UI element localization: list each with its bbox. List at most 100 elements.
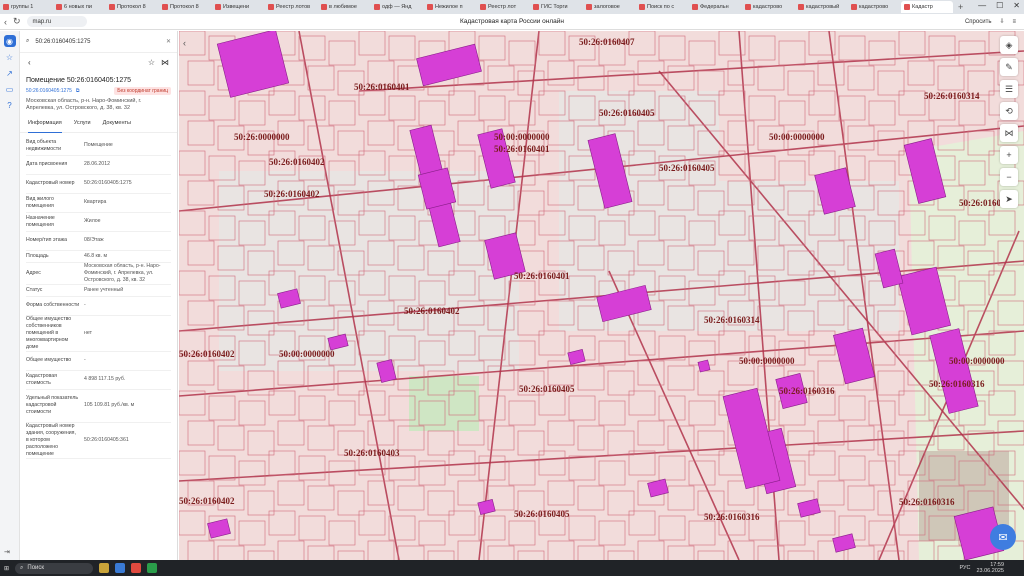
property-value: нет [84, 329, 92, 336]
cadastral-label: 50:26:0160316 [899, 497, 955, 507]
chat-button[interactable]: ✉ [990, 524, 1016, 550]
property-value: 08/Этаж [84, 237, 104, 244]
copy-icon[interactable]: ⧉ [76, 88, 80, 94]
new-tab-icon[interactable]: + [958, 2, 963, 12]
back-icon[interactable]: ‹ [4, 17, 7, 27]
tab-favicon-icon [321, 4, 327, 10]
minimize-icon[interactable]: — [978, 1, 986, 10]
tab-label: кадастрово [753, 4, 783, 10]
taskbar-search[interactable]: ⌕ Поиск [15, 562, 94, 574]
start-icon[interactable]: ⊞ [4, 565, 9, 572]
note-icon[interactable]: ☰ [1000, 80, 1018, 98]
tab-favicon-icon [692, 4, 698, 10]
browser-tab[interactable]: Кадастр [901, 1, 953, 13]
property-value: 4 898 117.15 руб. [84, 376, 126, 383]
ask-button[interactable]: Спросить [965, 19, 991, 25]
browser-tab[interactable]: залоговое [583, 1, 635, 13]
property-value: 50:26:0160405:1275 [84, 180, 132, 187]
browser-tab[interactable]: Реестр лотов [265, 1, 317, 13]
search-input[interactable]: 50:26:0160405:1275 [35, 39, 90, 45]
property-value: Жилое [84, 218, 101, 225]
cadastral-label: 50:00:0000000 [769, 132, 825, 142]
download-icon[interactable]: ⇩ [999, 18, 1004, 25]
browser-tab[interactable]: ГИС Торги [530, 1, 582, 13]
zoom-in-icon[interactable]: + [1000, 146, 1018, 164]
map-tools: ◈ ✎ ☰ ⟲ ⋈ + − ➤ [1000, 36, 1020, 208]
search-icon: ⌕ [26, 38, 30, 44]
search-bar[interactable]: ⌕ 50:26:0160405:1275 ✕ [20, 31, 177, 53]
lang-indicator[interactable]: РУС [959, 565, 970, 571]
property-key: Статус [26, 286, 43, 293]
taskbar: ⊞ ⌕ Поиск РУС 17:59 23.06.2025 [0, 560, 1024, 576]
cadastral-link[interactable]: 50:26:0160405:1275 [26, 88, 72, 94]
property-value: - [84, 357, 86, 364]
collapse-panel-icon[interactable]: ‹ [183, 38, 186, 48]
browser-tab[interactable]: кадастровый [795, 1, 847, 13]
cadastral-map[interactable]: 50:26:0160407 50:26:0160401 50:26:0000000 5… [179, 31, 1024, 560]
route-icon[interactable]: ⟲ [1000, 102, 1018, 120]
maximize-icon[interactable]: ☐ [996, 1, 1003, 10]
browser-tab[interactable]: Протокол 8 [159, 1, 211, 13]
property-key: Назначение помещения [26, 214, 55, 228]
share-map-icon[interactable]: ⋈ [1000, 124, 1018, 142]
tab-favicon-icon [109, 4, 115, 10]
browser-tab[interactable]: Реестр лот [477, 1, 529, 13]
browser-tab[interactable]: кадастрово [848, 1, 900, 13]
property-value: Помещение [84, 142, 113, 149]
property-row: Площадь 46.8 кв. м [26, 251, 171, 263]
back-arrow-icon[interactable]: ‹ [28, 58, 31, 67]
url-field[interactable]: map.ru [26, 16, 87, 27]
map-canvas[interactable]: 50:26:0160407 50:26:0160401 50:26:0000000 5… [179, 31, 1024, 560]
property-row: Вид жилого помещения Квартира [26, 194, 171, 213]
clear-search-icon[interactable]: ✕ [166, 38, 171, 45]
tab-favicon-icon [798, 4, 804, 10]
close-window-icon[interactable]: ✕ [1013, 1, 1020, 10]
browser-tab[interactable]: Федеральн [689, 1, 741, 13]
reload-icon[interactable]: ↻ [13, 16, 21, 27]
property-row: Адрес Московская область, р-н. Наро-Фомин… [26, 263, 171, 285]
tab-info[interactable]: Информация [28, 120, 62, 133]
logout-icon[interactable]: ⇥ [4, 548, 10, 556]
property-value: - [84, 302, 86, 309]
browser-tab[interactable]: 6 новых пи [53, 1, 105, 13]
tab-label: ГИС Торги [541, 4, 568, 10]
cadastral-label: 50:26:0160402 [269, 157, 325, 167]
tab-favicon-icon [533, 4, 539, 10]
layers-rail-icon[interactable]: ▭ [4, 83, 16, 95]
tab-label: Нежилое п [435, 4, 463, 10]
logo-icon[interactable]: ◉ [3, 35, 16, 47]
browser-icon[interactable] [131, 563, 142, 573]
help-icon[interactable]: ? [4, 99, 16, 111]
browser-tab[interactable]: кадастрово [742, 1, 794, 13]
clock[interactable]: 17:59 23.06.2025 [976, 562, 1004, 574]
measure-icon[interactable]: ↗ [4, 67, 16, 79]
star-icon[interactable]: ☆ [148, 58, 155, 67]
browser-tab[interactable]: одф — Янд [371, 1, 423, 13]
tab-favicon-icon [639, 4, 645, 10]
app-icon[interactable] [147, 563, 158, 573]
property-value: Ранее учтенный [84, 286, 124, 293]
tab-favicon-icon [851, 4, 857, 10]
explorer-icon[interactable] [115, 563, 126, 573]
properties-table: Вид объекта недвижимости Помещение Дата пр… [20, 133, 177, 460]
browser-tab[interactable]: группы 1 [0, 1, 52, 13]
browser-tab[interactable]: Поиск по с [636, 1, 688, 13]
property-row: Общее имущество собственников помещений … [26, 316, 171, 352]
browser-tab[interactable]: Нежилое п [424, 1, 476, 13]
object-address: Московская область, р-н. Наро-Фоминский,… [26, 98, 142, 112]
tab-documents[interactable]: Документы [103, 120, 131, 132]
menu-icon[interactable]: ≡ [1012, 19, 1016, 25]
browser-tab[interactable]: в любимое [318, 1, 370, 13]
zoom-out-icon[interactable]: − [1000, 168, 1018, 186]
edit-icon[interactable]: ✎ [1000, 58, 1018, 76]
share-icon[interactable]: ⋈ [161, 58, 169, 67]
browser-tab[interactable]: Протокол 8 [106, 1, 158, 13]
favorites-icon[interactable]: ☆ [4, 51, 16, 63]
browser-tab[interactable]: Извещени [212, 1, 264, 13]
building-highlight [697, 359, 711, 373]
widget-icon[interactable] [99, 563, 110, 573]
tab-label: Реестр лот [488, 4, 517, 10]
tab-services[interactable]: Услуги [74, 120, 91, 132]
layers-icon[interactable]: ◈ [1000, 36, 1018, 54]
locate-icon[interactable]: ➤ [1000, 190, 1018, 208]
